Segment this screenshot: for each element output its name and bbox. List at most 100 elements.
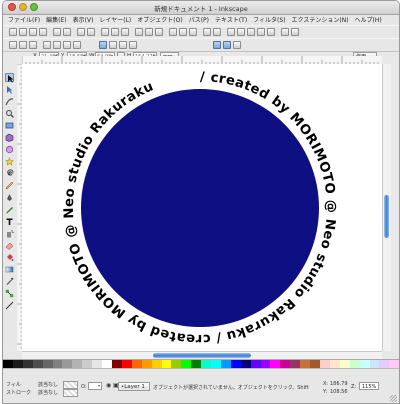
measure-tool-icon[interactable] <box>5 301 14 310</box>
zoom-page-icon[interactable] <box>155 28 163 36</box>
copy-icon[interactable] <box>101 28 109 36</box>
cut-icon[interactable] <box>111 28 119 36</box>
palette-swatch[interactable] <box>22 360 33 368</box>
dropper-tool-icon[interactable] <box>5 277 14 286</box>
tweak-tool-icon[interactable] <box>5 97 14 106</box>
flip-vertical-icon[interactable] <box>73 41 81 49</box>
palette-swatch[interactable] <box>320 360 330 368</box>
palette-swatch[interactable] <box>290 360 301 368</box>
palette-swatch[interactable] <box>111 360 122 368</box>
palette-swatch[interactable] <box>82 360 93 368</box>
vertical-scroll-thumb[interactable] <box>384 195 389 238</box>
layer-select[interactable]: •Layer 1 <box>118 382 150 391</box>
menu-text[interactable]: テキスト(T) <box>215 15 247 24</box>
undo-icon[interactable] <box>77 28 85 36</box>
print-icon[interactable] <box>39 28 47 36</box>
palette-swatch[interactable] <box>62 360 73 368</box>
fill-stroke-icon[interactable] <box>227 28 235 36</box>
palette-swatch[interactable] <box>131 360 142 368</box>
menu-edit[interactable]: 編集(E) <box>46 15 66 24</box>
zoom-selection-icon[interactable] <box>135 28 143 36</box>
pen-tool-icon[interactable] <box>5 193 14 202</box>
stroke-value[interactable]: 該当なし <box>38 389 58 396</box>
raise-to-top-icon[interactable] <box>99 41 107 49</box>
palette-swatch[interactable] <box>181 360 192 368</box>
palette-swatch[interactable] <box>359 360 370 368</box>
palette-swatch[interactable] <box>310 360 320 368</box>
zoom-drawing-icon[interactable] <box>145 28 153 36</box>
horizontal-scrollbar[interactable] <box>22 351 382 359</box>
palette-swatch[interactable] <box>42 360 53 368</box>
fill-value[interactable]: 該当なし <box>38 381 58 388</box>
palette-swatch[interactable] <box>230 360 241 368</box>
eraser-tool-icon[interactable] <box>5 241 14 250</box>
spiral-tool-icon[interactable] <box>5 169 14 178</box>
scale-corners-icon[interactable] <box>223 41 231 49</box>
resize-grip[interactable] <box>390 395 397 402</box>
menu-path[interactable]: パス(P) <box>189 15 209 24</box>
preferences-icon[interactable] <box>281 28 289 36</box>
duplicate-icon[interactable] <box>169 28 177 36</box>
move-gradients-icon[interactable] <box>233 41 241 49</box>
menu-layer[interactable]: レイヤー(L) <box>99 15 131 24</box>
select-all-icon[interactable] <box>9 41 17 49</box>
palette-swatch[interactable] <box>32 360 43 368</box>
palette-swatch[interactable] <box>260 360 271 368</box>
palette-swatch[interactable] <box>3 360 13 368</box>
palette-swatch[interactable] <box>250 360 261 368</box>
palette-swatch[interactable] <box>270 360 281 368</box>
fill-swatch[interactable] <box>63 381 78 389</box>
new-document-icon[interactable] <box>9 28 17 36</box>
gradient-tool-icon[interactable] <box>5 265 14 274</box>
eye-icon[interactable]: ◉ <box>106 382 111 389</box>
menu-extensions[interactable]: エクステンション(N) <box>292 15 349 24</box>
deselect-icon[interactable] <box>29 41 37 49</box>
document-properties-icon[interactable] <box>291 28 299 36</box>
group-icon[interactable] <box>203 28 211 36</box>
menu-file[interactable]: ファイル(F) <box>8 15 40 24</box>
clone-icon[interactable] <box>179 28 187 36</box>
text-font-icon[interactable] <box>237 28 245 36</box>
spray-tool-icon[interactable] <box>5 229 14 238</box>
palette-swatch[interactable] <box>220 360 231 368</box>
connector-tool-icon[interactable] <box>5 289 14 298</box>
palette-swatch[interactable] <box>339 360 350 368</box>
palette-swatch[interactable] <box>92 360 103 368</box>
node-tool-icon[interactable] <box>5 85 14 94</box>
palette-swatch[interactable] <box>379 360 390 368</box>
palette-swatch[interactable] <box>141 360 152 368</box>
menu-help[interactable]: ヘルプ(H) <box>355 15 382 24</box>
lower-to-bottom-icon[interactable] <box>129 41 137 49</box>
star-tool-icon[interactable] <box>5 157 14 166</box>
text-tool-icon[interactable] <box>5 217 14 226</box>
flip-horizontal-icon[interactable] <box>63 41 71 49</box>
layers-icon[interactable] <box>247 28 255 36</box>
raise-icon[interactable] <box>109 41 117 49</box>
color-palette[interactable] <box>3 359 399 368</box>
opacity-field[interactable] <box>88 382 102 390</box>
save-icon[interactable] <box>29 28 37 36</box>
palette-swatch[interactable] <box>280 360 291 368</box>
palette-swatch[interactable] <box>201 360 212 368</box>
xml-editor-icon[interactable] <box>257 28 265 36</box>
palette-swatch[interactable] <box>12 360 23 368</box>
palette-swatch[interactable] <box>240 360 251 368</box>
horizontal-scroll-thumb[interactable] <box>153 353 251 358</box>
import-icon[interactable] <box>53 28 61 36</box>
lower-icon[interactable] <box>119 41 127 49</box>
select-all-layers-icon[interactable] <box>19 41 27 49</box>
export-icon[interactable] <box>63 28 71 36</box>
palette-swatch[interactable] <box>349 360 360 368</box>
palette-swatch[interactable] <box>151 360 162 368</box>
zoom-field[interactable]: 115% <box>359 382 379 390</box>
vertical-scrollbar[interactable] <box>382 64 391 351</box>
palette-swatch[interactable] <box>369 360 380 368</box>
scale-stroke-icon[interactable] <box>213 41 221 49</box>
palette-swatch[interactable] <box>191 360 202 368</box>
rotate-ccw-icon[interactable] <box>43 41 51 49</box>
pencil-tool-icon[interactable] <box>5 181 14 190</box>
ellipse-tool-icon[interactable] <box>5 145 14 154</box>
drawing-canvas[interactable]: / created by MORIMOTO @ Neo studio Rakur… <box>22 64 382 351</box>
palette-swatch[interactable] <box>211 360 221 368</box>
menu-filter[interactable]: フィルタ(S) <box>253 15 285 24</box>
